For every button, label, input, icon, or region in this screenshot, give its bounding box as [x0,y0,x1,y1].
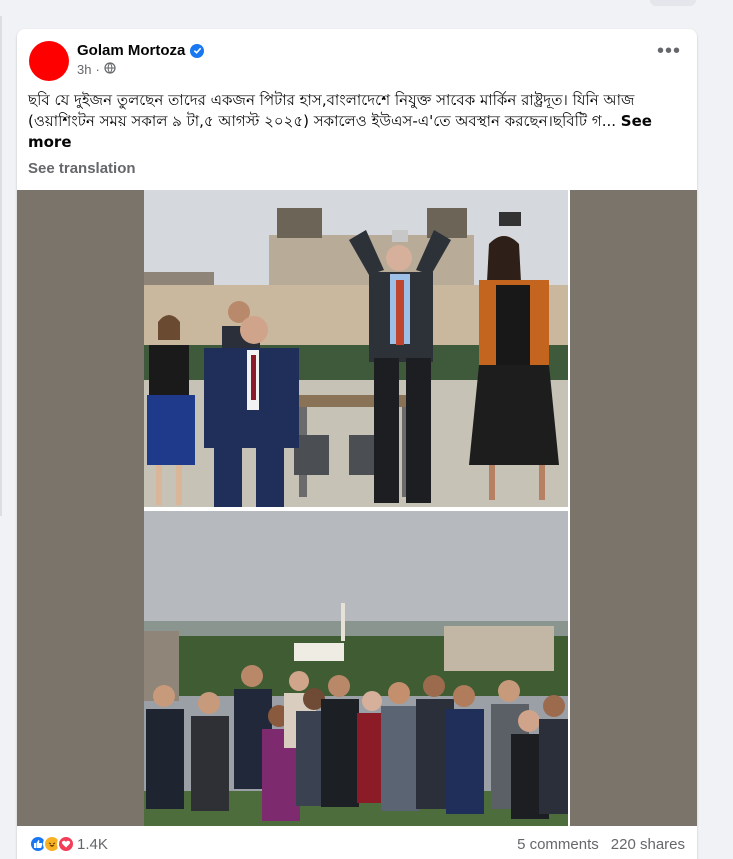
globe-icon[interactable] [104,62,116,77]
post-text: ছবি যে দুইজন তুলছেন তাদের একজন পিটার হাস… [28,90,686,153]
see-translation-link[interactable]: See translation [28,160,136,177]
verified-badge-icon [190,43,205,58]
more-options-icon[interactable]: ••• [657,41,681,61]
photo-group[interactable] [144,511,568,826]
post-meta: 3h · [77,62,116,77]
reaction-count: 1.4K [77,835,108,853]
post-card: Golam Mortoza 3h · ••• ছবি যে দুইজন তুলছ… [17,29,697,859]
author-name[interactable]: Golam Mortoza [77,42,185,59]
reaction-summary[interactable]: 1.4K [29,835,108,853]
post-footer: 1.4K 5 comments 220 shares [17,826,697,859]
shares-link[interactable]: 220 shares [611,836,685,853]
meta-separator: · [95,62,100,77]
post-time[interactable]: 3h [77,62,91,77]
top-fragment [650,0,696,6]
engagement-stats: 5 comments 220 shares [517,836,685,853]
author-avatar[interactable] [29,41,69,81]
comments-link[interactable]: 5 comments [517,836,599,853]
photo-collage[interactable] [144,190,570,826]
post-body: ছবি যে দুইজন তুলছেন তাদের একজন পিটার হাস… [28,91,635,130]
post-header-author: Golam Mortoza [77,42,205,59]
left-divider [0,16,2,516]
love-icon [57,835,75,853]
photo-rooftop[interactable] [144,190,568,507]
reaction-icons [29,835,75,853]
post-media[interactable] [17,190,697,826]
